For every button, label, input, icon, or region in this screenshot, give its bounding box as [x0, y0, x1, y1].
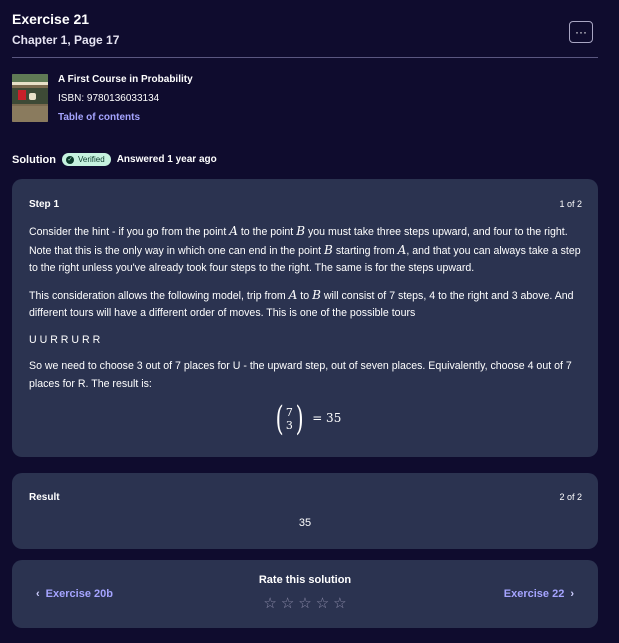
next-exercise-label: Exercise 22 [503, 588, 565, 600]
book-cover-image[interactable] [12, 74, 48, 122]
step-content: Consider the hint - if you go from the p… [29, 223, 585, 436]
result-value: 35 [298, 517, 312, 529]
star-icon[interactable]: ☆ [263, 594, 276, 612]
binom-top: 7 [285, 406, 293, 419]
star-icon[interactable]: ☆ [333, 594, 346, 612]
result-card: Result 2 of 2 35 [12, 473, 598, 549]
rate-solution-label: Rate this solution [258, 574, 352, 586]
header-divider [12, 57, 598, 58]
answered-time: Answered 1 year ago [116, 154, 217, 165]
step-card: Step 1 1 of 2 Consider the hint - if you… [12, 179, 598, 457]
step-paragraph-1: Consider the hint - if you go from the p… [29, 224, 581, 274]
star-icon[interactable]: ☆ [298, 594, 311, 612]
more-dots-icon: ··· [575, 25, 587, 39]
solution-row: Solution ✓ Verified Answered 1 year ago [12, 153, 217, 166]
verified-badge: ✓ Verified [62, 153, 111, 166]
chevron-right-icon: › [570, 588, 574, 600]
step-count: 1 of 2 [559, 199, 582, 209]
more-options-button[interactable]: ··· [569, 21, 593, 43]
star-icon[interactable]: ☆ [316, 594, 329, 612]
star-icon[interactable]: ☆ [281, 594, 294, 612]
step-title: Step 1 [29, 199, 60, 210]
binomial-formula: ( 7 3 ) = 35 [275, 399, 342, 439]
table-of-contents-link[interactable]: Table of contents [58, 112, 193, 123]
binom-bottom: 3 [285, 419, 293, 432]
navigation-card: ‹ Exercise 20b Rate this solution ☆ ☆ ☆ … [12, 560, 598, 628]
result-count: 2 of 2 [559, 492, 582, 502]
check-icon: ✓ [66, 155, 74, 164]
book-isbn: ISBN: 9780136033134 [58, 93, 160, 104]
exercise-title: Exercise 21 [12, 11, 90, 27]
exercise-subtitle: Chapter 1, Page 17 [12, 33, 120, 47]
book-title: A First Course in Probability [58, 74, 193, 85]
verified-text: Verified [78, 155, 105, 164]
step-paragraph-3: U U R R U R R [29, 333, 101, 346]
result-title: Result [29, 492, 60, 503]
exercise-header: Exercise 21 Chapter 1, Page 17 [12, 11, 119, 47]
formula-result: = 35 [312, 411, 342, 426]
next-exercise-link[interactable]: Exercise 22 › [504, 588, 580, 600]
step-paragraph-4: So we need to choose 3 out of 7 places f… [29, 360, 572, 390]
book-info: A First Course in Probability ISBN: 9780… [12, 74, 193, 123]
step-paragraph-2: This consideration allows the following … [29, 287, 574, 320]
solution-label: Solution [12, 153, 56, 166]
